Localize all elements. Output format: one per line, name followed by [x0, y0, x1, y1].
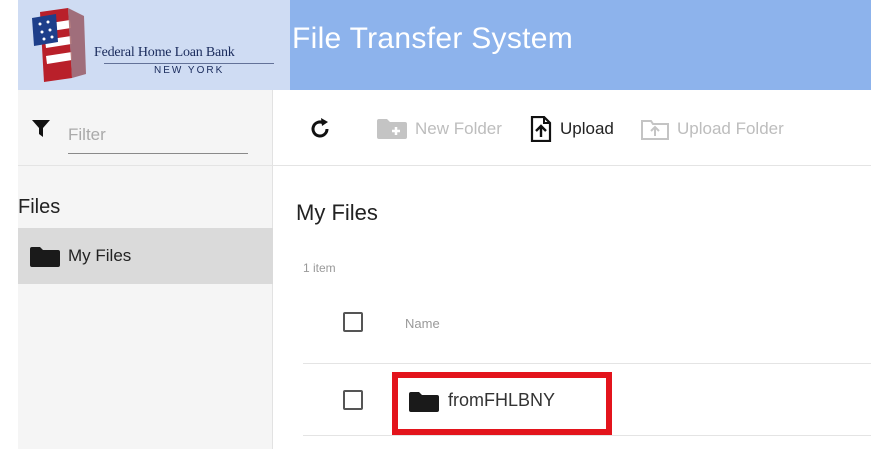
upload-folder-icon: [641, 120, 669, 140]
main-panel: New Folder Upload Upload Folder My Files…: [273, 90, 871, 449]
row-checkbox[interactable]: [343, 390, 363, 410]
column-header-name[interactable]: Name: [405, 316, 440, 331]
select-all-checkbox[interactable]: [343, 312, 363, 332]
table-header-row: Name: [303, 292, 871, 364]
new-folder-icon: [377, 119, 407, 139]
sidebar: Files My Files: [18, 90, 273, 449]
table-row[interactable]: fromFHLBNY: [303, 364, 871, 436]
filter-input[interactable]: [68, 120, 248, 154]
funnel-icon[interactable]: [32, 120, 50, 138]
refresh-button[interactable]: [308, 116, 340, 142]
item-count: 1 item: [303, 261, 336, 275]
refresh-icon: [311, 118, 329, 138]
files-heading: Files: [18, 196, 61, 218]
bank-city: NEW YORK: [154, 65, 225, 76]
upload-folder-button[interactable]: Upload Folder: [641, 116, 784, 142]
filter-row: [18, 90, 273, 166]
sidebar-item-my-files[interactable]: My Files: [18, 228, 273, 284]
sidebar-item-label: My Files: [68, 246, 132, 265]
bank-name: Federal Home Loan Bank: [94, 45, 235, 60]
page-title: My Files: [296, 200, 378, 225]
logo-divider: [104, 63, 274, 64]
highlight-box: [392, 372, 612, 435]
toolbar: New Folder Upload Upload Folder: [273, 90, 871, 166]
new-folder-button[interactable]: New Folder: [377, 116, 502, 142]
upload-label: Upload: [560, 119, 614, 138]
new-folder-label: New Folder: [415, 119, 502, 138]
upload-icon: [530, 116, 552, 142]
flag-logo-icon: [32, 8, 86, 82]
bank-logo[interactable]: Federal Home Loan Bank NEW YORK: [18, 0, 290, 90]
app-header: Federal Home Loan Bank NEW YORK File Tra…: [18, 0, 871, 90]
upload-folder-label: Upload Folder: [677, 119, 784, 138]
app-title: File Transfer System: [292, 22, 574, 55]
upload-button[interactable]: Upload: [530, 116, 614, 142]
folder-icon: [30, 247, 60, 267]
